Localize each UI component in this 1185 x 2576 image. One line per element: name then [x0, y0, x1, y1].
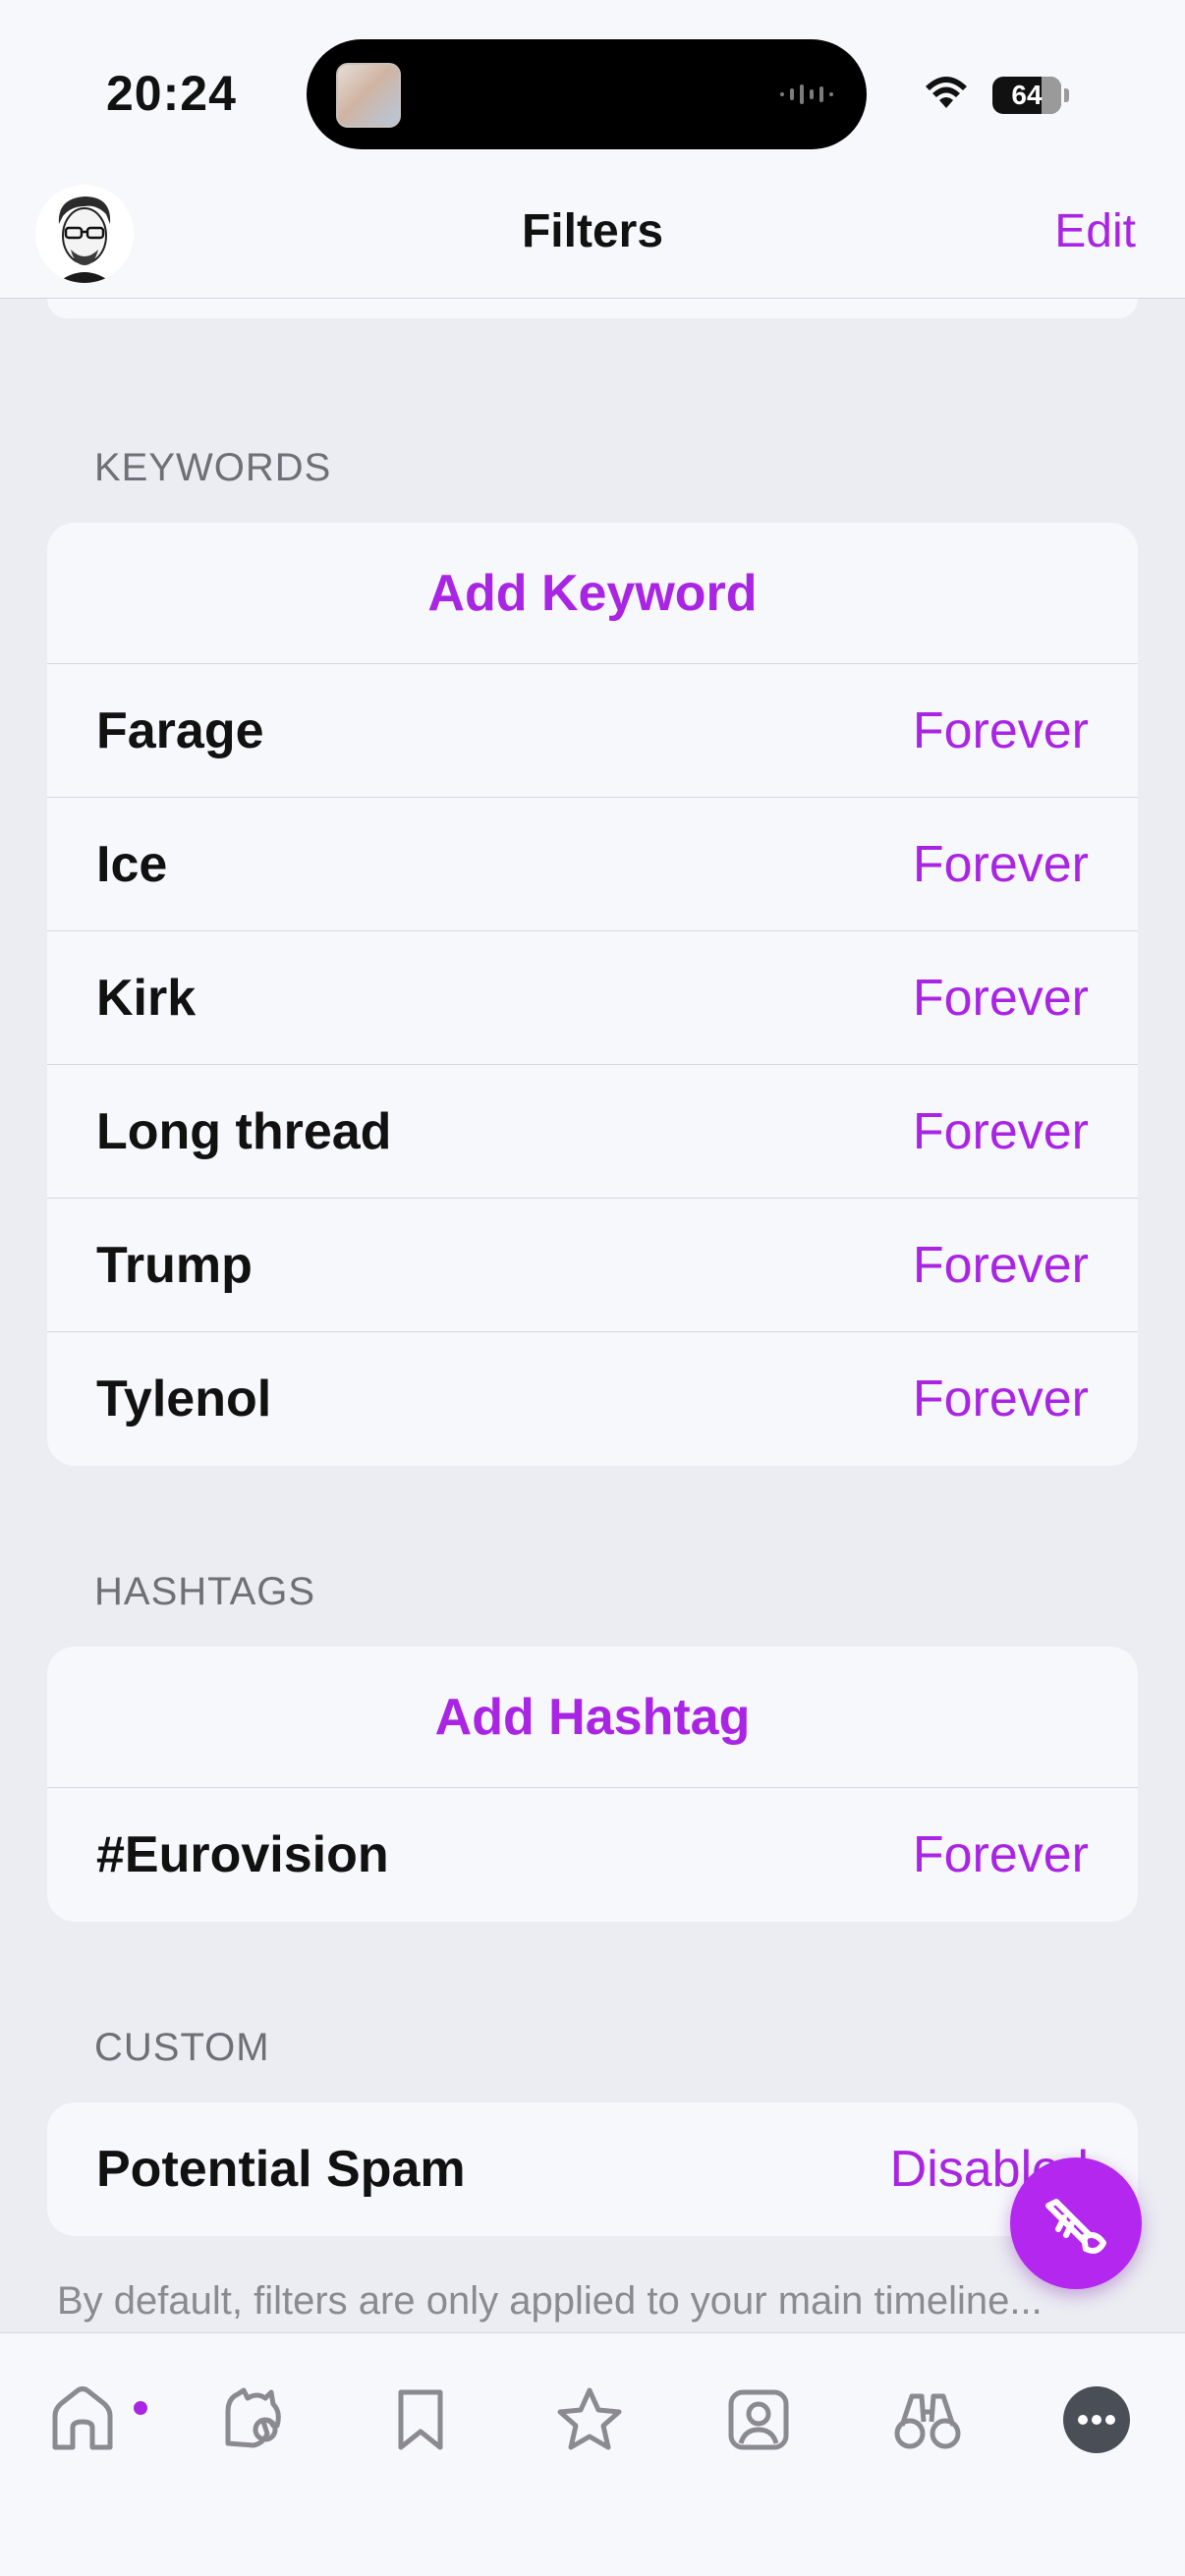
status-bar: 20:24 64 — [0, 0, 1185, 177]
unread-indicator — [134, 2401, 147, 2415]
custom-card: Potential Spam Disabled — [47, 2102, 1138, 2236]
custom-filter-term: Potential Spam — [96, 2141, 466, 2198]
keyword-duration[interactable]: Forever — [913, 1370, 1089, 1428]
hashtag-term: #Eurovision — [96, 1826, 389, 1883]
list-item[interactable]: Ice Forever — [47, 798, 1138, 931]
page-title: Filters — [521, 205, 664, 257]
tab-more[interactable] — [1047, 2371, 1146, 2469]
navigation-bar: Filters Edit — [0, 177, 1185, 299]
favorites-icon — [557, 2387, 622, 2450]
compose-button[interactable] — [1010, 2157, 1142, 2289]
keyword-duration[interactable]: Forever — [913, 969, 1089, 1028]
keyword-term: Farage — [96, 701, 264, 759]
tab-bar — [0, 2332, 1185, 2576]
now-playing-artwork — [336, 63, 401, 128]
tab-mentions[interactable] — [202, 2371, 301, 2469]
hashtag-duration[interactable]: Forever — [913, 1825, 1089, 1884]
battery-level: 64 — [1011, 80, 1043, 110]
tab-bookmarks[interactable] — [371, 2371, 470, 2469]
more-icon — [1063, 2386, 1130, 2453]
keywords-card: Add Keyword Farage Forever Ice Forever K… — [47, 523, 1138, 1466]
tab-explore[interactable] — [878, 2371, 977, 2469]
keyword-term: Ice — [96, 835, 168, 893]
section-header-custom: CUSTOM — [94, 2026, 270, 2069]
keyword-term: Tylenol — [96, 1371, 272, 1428]
audio-waveform-icon — [780, 84, 833, 104]
add-keyword-button[interactable]: Add Keyword — [47, 523, 1138, 664]
list-item[interactable]: #Eurovision Forever — [47, 1788, 1138, 1922]
list-item[interactable]: Farage Forever — [47, 664, 1138, 798]
edit-button[interactable]: Edit — [1054, 204, 1136, 258]
keyword-duration[interactable]: Forever — [913, 701, 1089, 760]
list-item[interactable]: Long thread Forever — [47, 1065, 1138, 1199]
tab-profile[interactable] — [709, 2371, 808, 2469]
profile-icon — [728, 2389, 789, 2450]
battery-indicator: 64 — [992, 77, 1069, 114]
keyword-duration[interactable]: Forever — [913, 1236, 1089, 1295]
list-item[interactable]: Tylenol Forever — [47, 1332, 1138, 1466]
keyword-term: Trump — [96, 1236, 253, 1294]
keyword-term: Long thread — [96, 1102, 392, 1160]
keyword-duration[interactable]: Forever — [913, 1102, 1089, 1161]
list-item[interactable]: Potential Spam Disabled — [47, 2102, 1138, 2236]
wifi-icon — [926, 77, 967, 108]
section-header-hashtags: HASHTAGS — [94, 1570, 316, 1613]
tab-home[interactable] — [33, 2371, 132, 2469]
list-item[interactable]: Kirk Forever — [47, 931, 1138, 1065]
status-time: 20:24 — [106, 66, 237, 121]
bookmark-icon — [398, 2389, 443, 2450]
hashtags-card: Add Hashtag #Eurovision Forever — [47, 1647, 1138, 1922]
tab-favorites[interactable] — [540, 2371, 639, 2469]
explore-icon — [894, 2393, 961, 2449]
keyword-duration[interactable]: Forever — [913, 835, 1089, 894]
list-item[interactable]: Trump Forever — [47, 1199, 1138, 1332]
trumpet-icon — [1045, 2199, 1106, 2254]
battery-empty-portion — [1042, 77, 1061, 114]
previous-card-bottom — [47, 299, 1138, 318]
add-hashtag-button[interactable]: Add Hashtag — [47, 1647, 1138, 1788]
dynamic-island[interactable] — [307, 39, 867, 149]
keyword-term: Kirk — [96, 969, 197, 1027]
section-header-keywords: KEYWORDS — [94, 446, 332, 489]
mentions-icon — [225, 2387, 281, 2448]
home-icon — [52, 2386, 113, 2450]
footer-note: By default, filters are only applied to … — [57, 2279, 1043, 2323]
